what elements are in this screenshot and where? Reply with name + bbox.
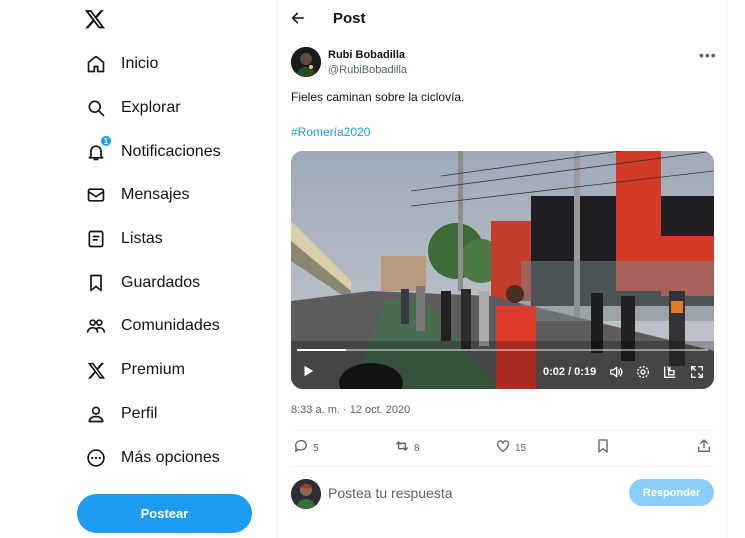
nav-label: Premium <box>121 361 186 378</box>
video-progress-bar[interactable] <box>297 349 708 351</box>
back-arrow-icon[interactable] <box>290 10 308 28</box>
nav-label: Perfil <box>121 405 158 422</box>
nav-label: Guardados <box>121 274 201 291</box>
video-player[interactable]: 0:02 / 0:19 <box>291 151 714 389</box>
settings-icon[interactable] <box>635 364 651 380</box>
more-options-icon[interactable]: ••• <box>699 47 717 63</box>
main-column: Post Rubi Bobadilla @RubiBobadilla ••• F… <box>277 0 727 538</box>
like-action[interactable]: 15 <box>495 438 527 459</box>
more-circle-icon <box>84 446 108 470</box>
bookmark-icon <box>595 438 611 459</box>
reply-button[interactable]: Responder <box>629 479 714 506</box>
search-icon <box>84 96 108 120</box>
video-progress-fill <box>297 349 347 351</box>
nav-item-premium[interactable]: Premium <box>84 352 185 388</box>
video-frame <box>291 151 714 389</box>
list-icon <box>84 227 108 251</box>
repost-action[interactable]: 8 <box>394 440 420 456</box>
video-time: 0:02 / 0:19 <box>543 366 597 378</box>
post-header: Post <box>278 0 728 38</box>
nav-item-perfil[interactable]: Perfil <box>84 396 157 432</box>
sidebar: Inicio Explorar 1 Notificaciones Mensaje… <box>0 0 277 538</box>
reply-icon <box>293 438 309 459</box>
share-icon <box>696 438 712 459</box>
author-handle[interactable]: @RubiBobadilla <box>328 64 407 76</box>
nav-item-guardados[interactable]: Guardados <box>84 265 200 301</box>
picture-in-picture-icon[interactable] <box>662 364 678 380</box>
divider <box>291 466 714 467</box>
x-logo-icon[interactable] <box>84 8 110 34</box>
nav-item-mensajes[interactable]: Mensajes <box>84 177 189 213</box>
reply-action[interactable]: 5 <box>293 438 319 459</box>
home-icon <box>84 52 108 76</box>
nav-label: Más opciones <box>121 449 220 466</box>
nav-label: Comunidades <box>121 317 220 334</box>
notification-badge: 1 <box>100 135 112 147</box>
nav-label: Explorar <box>121 99 181 116</box>
mail-icon <box>84 183 108 207</box>
x-premium-icon <box>84 358 108 382</box>
post-button[interactable]: Postear <box>77 494 252 533</box>
fullscreen-icon[interactable] <box>689 364 705 380</box>
repost-count: 8 <box>414 442 420 454</box>
bookmark-icon <box>84 271 108 295</box>
volume-icon[interactable] <box>608 364 624 380</box>
reply-count: 5 <box>313 442 319 454</box>
nav-item-comunidades[interactable]: Comunidades <box>84 308 220 344</box>
nav-item-inicio[interactable]: Inicio <box>84 46 158 82</box>
nav-item-listas[interactable]: Listas <box>84 221 163 257</box>
person-icon <box>84 402 108 426</box>
share-action[interactable] <box>696 438 712 459</box>
bookmark-action[interactable] <box>595 438 611 459</box>
user-avatar[interactable] <box>291 479 321 509</box>
nav-item-explorar[interactable]: Explorar <box>84 90 181 126</box>
like-count: 15 <box>515 442 527 454</box>
bell-icon: 1 <box>84 135 112 164</box>
nav-label: Listas <box>121 230 163 247</box>
tweet-timestamp[interactable]: 8:33 a. m. · 12 oct. 2020 <box>291 404 410 416</box>
nav-item-notificaciones[interactable]: 1 Notificaciones <box>84 134 221 170</box>
play-icon[interactable] <box>301 364 317 380</box>
author-avatar[interactable] <box>291 47 321 77</box>
nav-item-mas-opciones[interactable]: Más opciones <box>84 440 220 476</box>
divider <box>291 430 714 431</box>
nav-label: Inicio <box>121 55 159 72</box>
heart-icon <box>495 438 511 459</box>
nav-label: Notificaciones <box>121 143 221 160</box>
nav-label: Mensajes <box>121 186 190 203</box>
repost-icon <box>394 438 410 459</box>
hashtag-link[interactable]: #Romería2020 <box>291 125 370 139</box>
tweet-text: Fieles caminan sobre la ciclovía. <box>291 90 465 104</box>
page-title: Post <box>333 10 366 27</box>
communities-icon <box>84 314 108 338</box>
author-name[interactable]: Rubi Bobadilla <box>328 49 405 61</box>
reply-input[interactable] <box>328 484 578 502</box>
